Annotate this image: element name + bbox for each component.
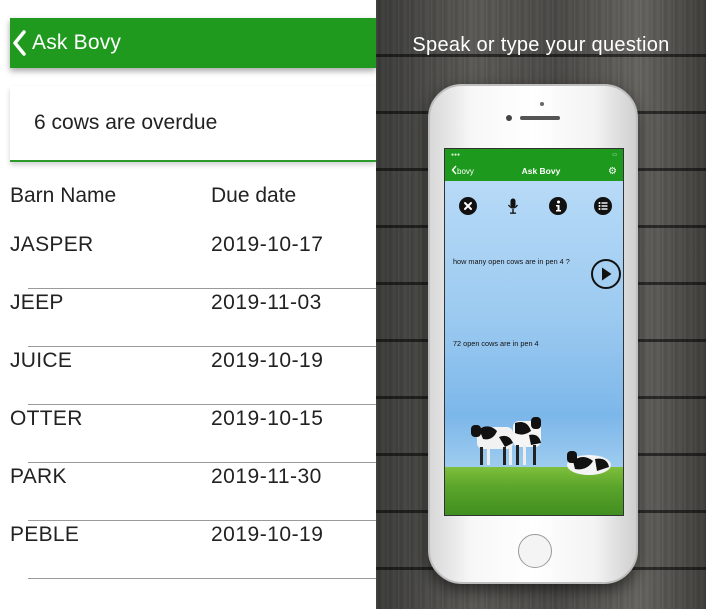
due-date: 2019-10-17: [211, 233, 324, 256]
due-date: 2019-10-15: [211, 407, 324, 430]
table-row[interactable]: JUICE 2019-10-19: [0, 346, 376, 405]
barn-name: OTTER: [10, 407, 83, 430]
chat-area: how many open cows are in pen 4 ? 72 ope…: [445, 181, 623, 515]
microphone-icon[interactable]: [504, 197, 522, 215]
phone-camera: [506, 115, 512, 121]
app-back-label: bovy: [457, 166, 474, 176]
app-title: Ask Bovy: [521, 166, 561, 176]
column-header-due-date: Due date: [211, 184, 297, 207]
back-button[interactable]: Ask Bovy: [10, 30, 121, 56]
due-date: 2019-11-30: [211, 465, 322, 488]
home-button[interactable]: [518, 534, 552, 568]
app-nav-bar: bovy Ask Bovy ⚙: [445, 161, 623, 181]
question-text: how many open cows are in pen 4 ?: [453, 257, 570, 266]
phone-mockup: ●●● ▭ bovy Ask Bovy ⚙ how many open cows…: [428, 84, 638, 584]
summary-card: 6 cows are overdue: [10, 86, 376, 162]
due-date: 2019-11-03: [211, 291, 322, 314]
table-row[interactable]: JASPER 2019-10-17: [0, 230, 376, 289]
signal-icon: ●●●: [451, 152, 461, 158]
column-header-barn-name: Barn Name: [10, 184, 117, 207]
left-panel: Ask Bovy 6 cows are overdue Barn Name Du…: [0, 0, 376, 609]
gear-icon[interactable]: ⚙: [608, 166, 617, 177]
nav-bar: Ask Bovy: [10, 18, 376, 68]
app-back-button[interactable]: bovy: [451, 165, 474, 177]
status-bar: ●●● ▭: [445, 149, 623, 161]
info-icon[interactable]: [548, 197, 567, 215]
barn-name: JEEP: [10, 291, 64, 314]
nav-title: Ask Bovy: [32, 31, 122, 54]
answer-text: 72 open cows are in pen 4: [453, 339, 539, 348]
cows-illustration: [471, 417, 611, 475]
row-divider: [28, 578, 376, 579]
app-toolbar: [445, 197, 623, 215]
promo-panel: Speak or type your question ●●● ▭ bovy A…: [376, 0, 706, 609]
battery-icon: ▭: [612, 152, 617, 158]
promo-title: Speak or type your question: [412, 34, 670, 56]
barn-name: JUICE: [10, 349, 73, 372]
chevron-left-icon: [12, 30, 26, 56]
barn-name: PARK: [10, 465, 67, 488]
close-circle-icon[interactable]: [458, 197, 477, 215]
due-date: 2019-10-19: [211, 349, 324, 372]
phone-sensor: [540, 102, 544, 106]
table-header: Barn Name Due date: [10, 184, 376, 214]
table-row[interactable]: JEEP 2019-11-03: [0, 288, 376, 347]
due-date: 2019-10-19: [211, 523, 324, 546]
list-icon[interactable]: [593, 197, 612, 215]
table-row[interactable]: PEBLE 2019-10-19: [0, 520, 376, 579]
phone-screen: ●●● ▭ bovy Ask Bovy ⚙ how many open cows…: [444, 148, 624, 516]
barn-name: JASPER: [10, 233, 94, 256]
play-icon[interactable]: [591, 259, 621, 289]
overdue-summary: 6 cows are overdue: [34, 111, 218, 134]
table-row[interactable]: PARK 2019-11-30: [0, 462, 376, 521]
cow-list: JASPER 2019-10-17 JEEP 2019-11-03 JUICE …: [0, 230, 376, 579]
table-row[interactable]: OTTER 2019-10-15: [0, 404, 376, 463]
phone-speaker: [520, 116, 560, 120]
barn-name: PEBLE: [10, 523, 80, 546]
